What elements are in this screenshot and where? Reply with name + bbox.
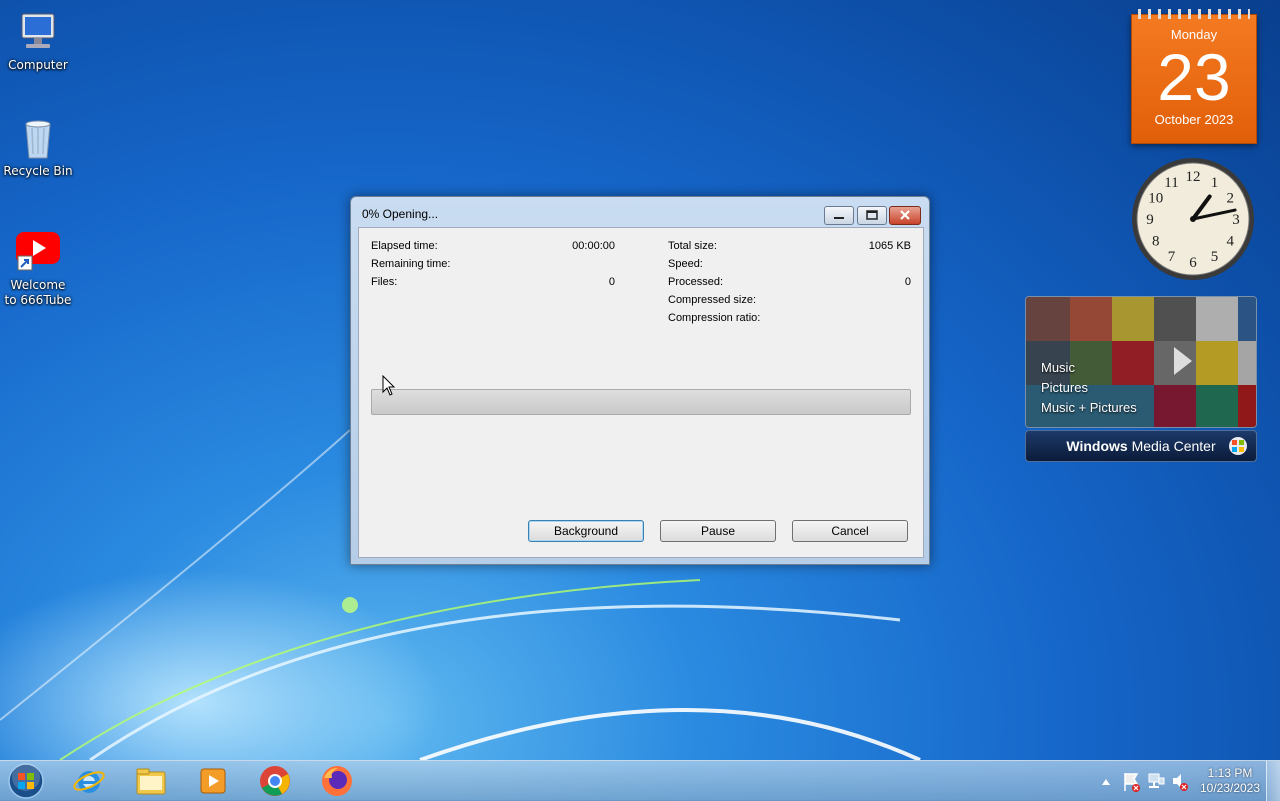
clock-number: 8	[1152, 234, 1160, 250]
clock-number: 6	[1189, 255, 1197, 271]
tray-date: 10/23/2023	[1199, 781, 1261, 795]
youtube-shortcut-icon	[14, 228, 62, 276]
dialog-client-area: Elapsed time: 00:00:00 Remaining time: F…	[358, 227, 924, 558]
compression-ratio-label: Compression ratio:	[668, 312, 761, 324]
restore-icon	[866, 210, 878, 220]
media-center-gadget[interactable]: Music Pictures Music + Pictures Windows …	[1025, 296, 1257, 462]
desktop-icon-recycle-bin[interactable]: Recycle Bin	[0, 114, 76, 179]
tray-time: 1:13 PM	[1207, 766, 1253, 780]
compressed-size-label: Compressed size:	[668, 294, 757, 306]
minimize-icon	[834, 217, 844, 219]
clock-number: 12	[1186, 169, 1201, 185]
file-explorer-icon[interactable]	[134, 764, 168, 798]
calendar-gadget[interactable]: Monday 23 October 2023	[1131, 9, 1257, 144]
maximize-button[interactable]	[857, 206, 887, 225]
media-center-menu: Music Pictures Music + Pictures	[1041, 358, 1137, 418]
media-center-menu-item[interactable]: Music	[1041, 358, 1137, 378]
desktop-icon-666tube[interactable]: Welcome to 666Tube	[0, 228, 76, 308]
clock-number: 2	[1226, 191, 1234, 207]
minimize-button[interactable]	[824, 206, 854, 225]
clock-number: 9	[1146, 212, 1154, 228]
chrome-icon[interactable]	[258, 764, 292, 798]
speed-label: Speed:	[668, 258, 703, 270]
show-desktop-button[interactable]	[1266, 761, 1280, 801]
action-center-flag-icon[interactable]	[1122, 761, 1142, 801]
processed-label: Processed:	[668, 276, 724, 288]
clock-number: 10	[1148, 191, 1163, 207]
cancel-button[interactable]: Cancel	[792, 520, 908, 542]
desktop-icon-label: Recycle Bin	[3, 164, 73, 178]
calendar-day-number: 23	[1157, 40, 1231, 114]
computer-icon	[14, 8, 62, 56]
media-center-brand-bold: Windows	[1066, 438, 1128, 454]
processed-value: 0	[904, 276, 911, 288]
show-hidden-icons-arrow-icon[interactable]	[1100, 761, 1112, 801]
media-center-brand-rest: Media Center	[1127, 438, 1216, 454]
mouse-cursor-icon	[382, 375, 396, 396]
progress-bar	[371, 389, 911, 415]
clock-number: 3	[1232, 212, 1240, 228]
close-button[interactable]	[889, 206, 921, 225]
clock-number: 11	[1164, 175, 1178, 191]
tray-clock[interactable]: 1:13 PM 10/23/2023	[1194, 766, 1266, 796]
media-center-bar[interactable]: Windows Media Center	[1025, 430, 1257, 462]
close-icon	[900, 210, 910, 220]
firefox-icon[interactable]	[320, 764, 354, 798]
elapsed-time-value: 00:00:00	[572, 240, 615, 252]
files-label: Files:	[371, 276, 398, 288]
elapsed-time-label: Elapsed time:	[371, 240, 438, 252]
desktop-icon-label: Welcome to 666Tube	[4, 278, 72, 307]
network-icon[interactable]	[1146, 761, 1166, 801]
clock-number: 7	[1168, 249, 1176, 265]
calendar-month-year: October 2023	[1154, 112, 1234, 127]
start-orb-icon[interactable]	[8, 763, 44, 799]
dialog-title: 0% Opening...	[362, 207, 439, 221]
pause-button[interactable]: Pause	[660, 520, 776, 542]
desktop-icon-label: Computer	[8, 58, 68, 72]
internet-explorer-icon[interactable]	[72, 764, 106, 798]
clock-number: 1	[1211, 175, 1219, 191]
background-button[interactable]: Background	[528, 520, 644, 542]
total-size-value: 1065 KB	[868, 240, 911, 252]
extract-progress-dialog: 0% Opening... Elapsed time: 00:00:00 Rem…	[350, 196, 930, 565]
remaining-time-label: Remaining time:	[371, 258, 451, 270]
recycle-bin-icon	[14, 114, 62, 162]
calendar-rings	[1138, 9, 1250, 19]
media-player-icon[interactable]	[196, 764, 230, 798]
clock-number: 5	[1211, 249, 1219, 265]
taskbar: 1:13 PM 10/23/2023	[0, 760, 1280, 801]
desktop-icon-computer[interactable]: Computer	[0, 8, 76, 73]
volume-muted-icon[interactable]	[1170, 761, 1190, 801]
files-value: 0	[608, 276, 615, 288]
clock-gadget[interactable]: 12 12 3 45678 9 1011	[1130, 156, 1256, 282]
media-center-menu-item[interactable]: Music + Pictures	[1041, 398, 1137, 418]
total-size-label: Total size:	[668, 240, 717, 252]
windows-logo-icon	[1229, 437, 1247, 455]
media-center-menu-item[interactable]: Pictures	[1041, 378, 1137, 398]
clock-number: 4	[1226, 234, 1234, 250]
